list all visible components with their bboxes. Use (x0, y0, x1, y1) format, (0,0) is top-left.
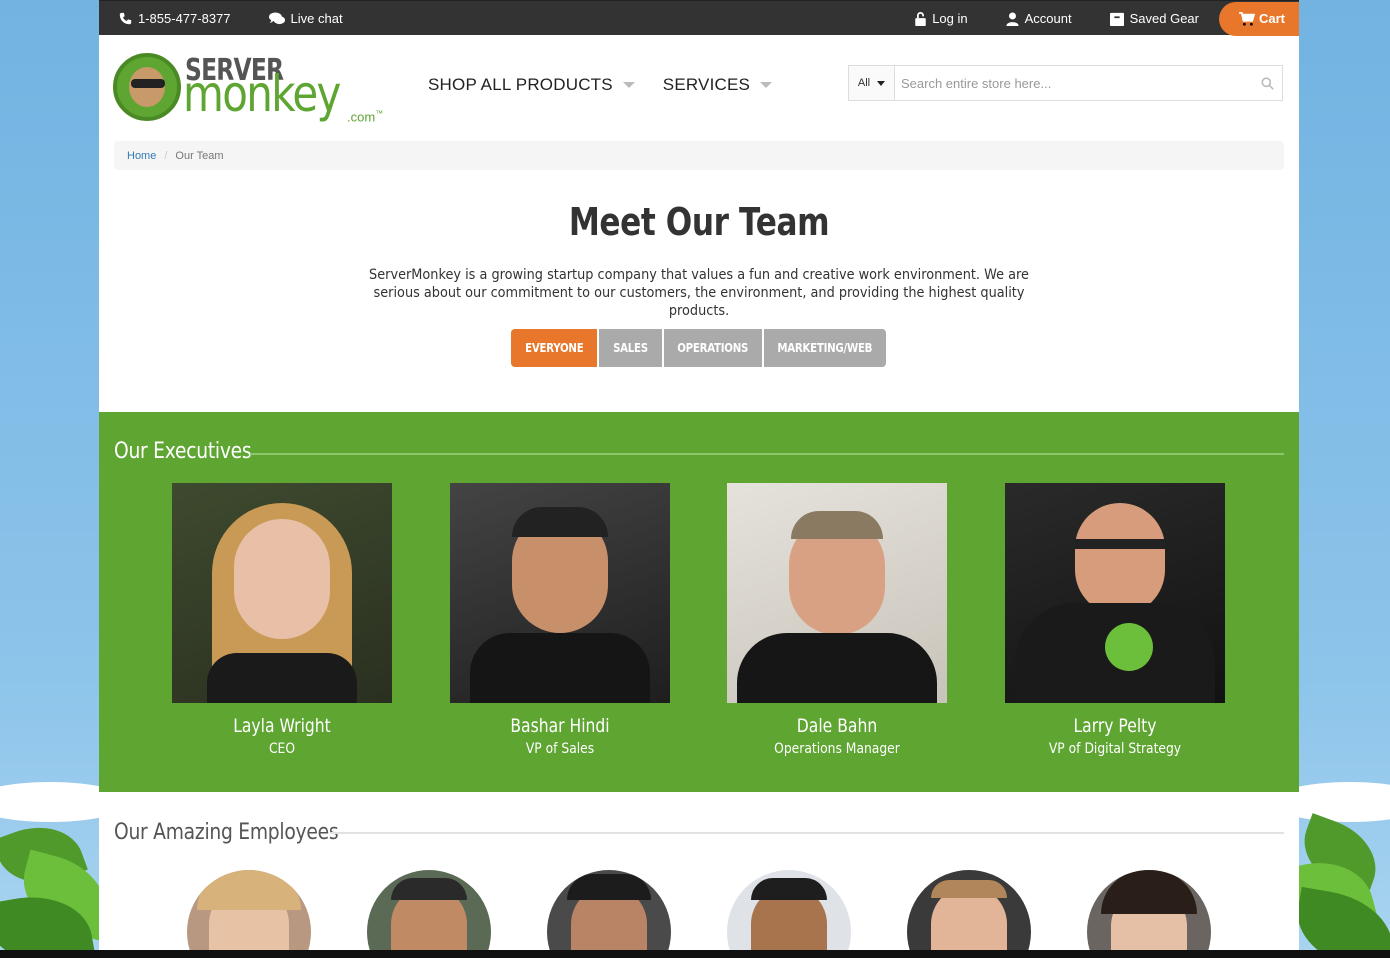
user-icon (1006, 11, 1019, 26)
executive-photo (727, 483, 947, 703)
page-title: Meet Our Team (568, 200, 830, 244)
employees-section: Our Amazing Employees (99, 792, 1299, 958)
breadcrumb-home[interactable]: Home (127, 150, 156, 162)
team-intro: Meet Our Team ServerMonkey is a growing … (99, 200, 1299, 320)
nav-shop-all-products[interactable]: SHOP ALL PRODUCTS (428, 75, 635, 95)
login-link[interactable]: Log in (915, 11, 968, 26)
executive-role: CEO (268, 741, 296, 757)
account-label: Account (1024, 11, 1072, 26)
employee-avatar[interactable] (727, 870, 851, 958)
search-input[interactable] (895, 67, 1252, 99)
executive-card[interactable]: Bashar Hindi VP of Sales (450, 483, 670, 757)
executive-name: Bashar Hindi (510, 715, 610, 737)
executives-section: Our Executives Layla Wright CEO Bashar H… (99, 412, 1299, 792)
page-description: ServerMonkey is a growing startup compan… (369, 267, 1029, 319)
cart-label: Cart (1258, 11, 1285, 26)
bottom-edge-bar (0, 950, 1390, 958)
employee-avatar[interactable] (367, 870, 491, 958)
nav-shop-all-label: SHOP ALL PRODUCTS (428, 75, 613, 94)
chat-bubbles-icon (268, 12, 285, 24)
saved-gear-label: Saved Gear (1129, 11, 1199, 26)
search-bar: All (848, 65, 1283, 101)
executive-card[interactable]: Layla Wright CEO (172, 483, 392, 757)
live-chat-label: Live chat (290, 10, 343, 26)
site-header: SERVER monkey .com™ SHOP ALL PRODUCTS SE… (99, 35, 1299, 140)
filter-marketing-web-button[interactable]: MARKETING/WEB (764, 329, 886, 367)
utility-bar: 1-855-477-8377 Live chat Log in Account … (99, 0, 1299, 36)
caret-down-icon (877, 80, 886, 86)
executive-photo (1005, 483, 1225, 703)
filter-sales-button[interactable]: SALES (599, 329, 662, 367)
cart-button[interactable]: Cart (1218, 1, 1299, 36)
phone-icon (119, 12, 132, 24)
executives-heading: Our Executives (114, 439, 252, 464)
search-button[interactable] (1252, 76, 1282, 90)
executive-photo (450, 483, 670, 703)
team-filter-buttons: EVERYONE SALES OPERATIONS MARKETING/WEB (511, 329, 886, 367)
search-category-select[interactable]: All (849, 66, 895, 100)
login-label: Log in (932, 11, 968, 26)
executive-role: VP of Digital Strategy (1048, 741, 1182, 757)
executive-name: Larry Pelty (1073, 715, 1157, 737)
heading-divider (331, 832, 1284, 834)
breadcrumb-separator: / (164, 149, 168, 162)
jungle-left-decoration (0, 813, 118, 958)
logo-com-text: .com™ (347, 109, 384, 125)
breadcrumb-current: Our Team (175, 149, 224, 162)
executive-photo (172, 483, 392, 703)
chevron-down-icon (760, 82, 773, 88)
saved-gear-link[interactable]: Saved Gear (1109, 11, 1199, 26)
monkey-mascot-icon (113, 53, 181, 121)
filter-everyone-button[interactable]: EVERYONE (511, 329, 597, 367)
main-nav: SHOP ALL PRODUCTS SERVICES (428, 75, 773, 95)
executive-role: Operations Manager (774, 741, 900, 757)
search-icon (1260, 76, 1274, 90)
executive-role: VP of Sales (525, 741, 595, 757)
employee-avatar[interactable] (547, 870, 671, 958)
phone-number: 1-855-477-8377 (138, 10, 231, 26)
search-category-value: All (857, 77, 871, 89)
employee-avatar[interactable] (1087, 870, 1211, 958)
servermonkey-logo[interactable]: SERVER monkey .com™ (113, 51, 388, 127)
executive-card[interactable]: Dale Bahn Operations Manager (727, 483, 947, 757)
employee-avatar[interactable] (907, 870, 1031, 958)
executive-card[interactable]: Larry Pelty VP of Digital Strategy (1005, 483, 1225, 757)
filter-operations-button[interactable]: OPERATIONS (664, 329, 762, 367)
account-link[interactable]: Account (1006, 11, 1072, 26)
executive-name: Dale Bahn (796, 715, 878, 737)
chevron-down-icon (622, 82, 635, 88)
breadcrumb: Home / Our Team (114, 141, 1284, 170)
nav-services[interactable]: SERVICES (662, 75, 773, 95)
logo-monkey-text: monkey (183, 65, 341, 123)
live-chat-link[interactable]: Live chat (268, 10, 343, 26)
executive-name: Layla Wright (233, 715, 331, 737)
unlock-icon (915, 11, 926, 26)
heading-divider (250, 453, 1284, 455)
archive-box-icon (1109, 12, 1124, 26)
phone-link[interactable]: 1-855-477-8377 (119, 11, 231, 26)
employee-avatar[interactable] (187, 870, 311, 958)
nav-services-label: SERVICES (662, 75, 751, 94)
employees-heading: Our Amazing Employees (114, 820, 339, 845)
cart-icon (1239, 11, 1255, 26)
page-container: 1-855-477-8377 Live chat Log in Account … (99, 0, 1299, 958)
